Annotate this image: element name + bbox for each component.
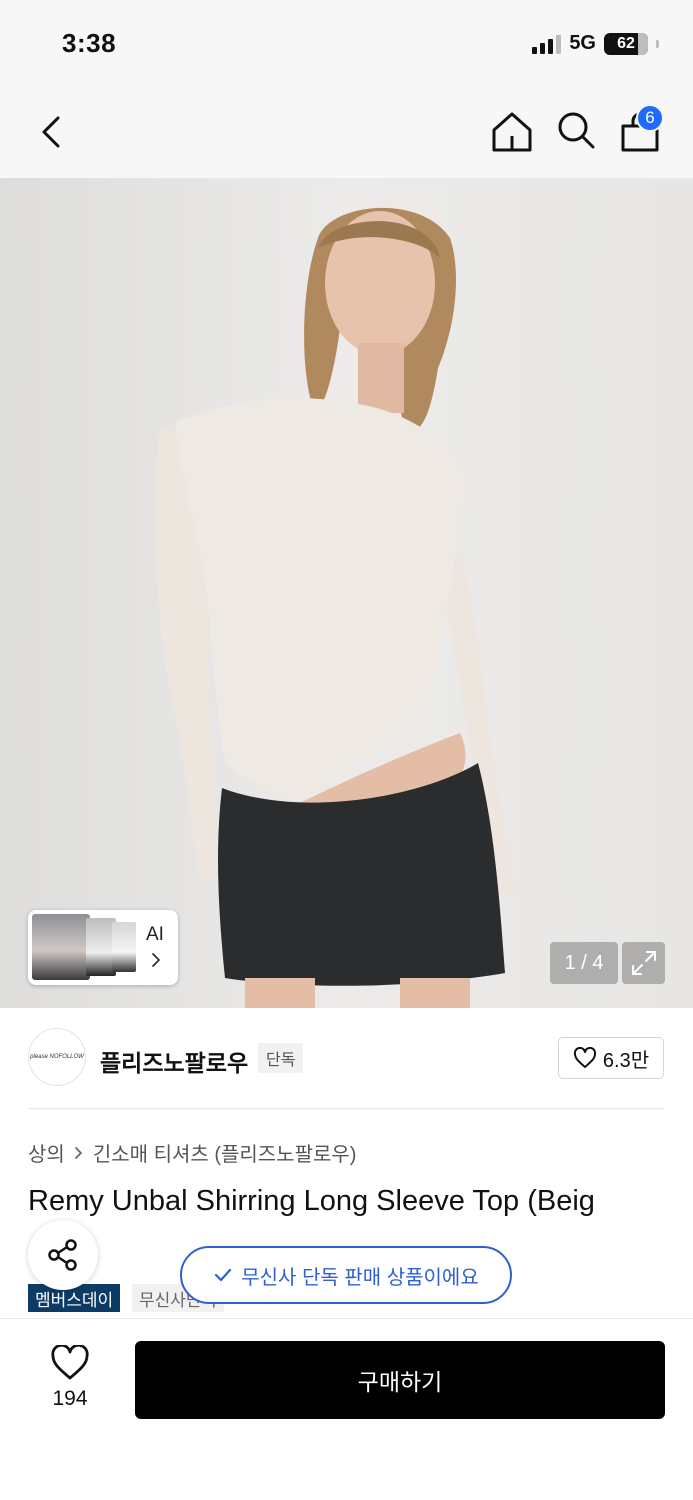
network-label: 5G xyxy=(569,32,596,54)
heart-icon xyxy=(573,1047,596,1068)
brand-exclusive-tag: 단독 xyxy=(258,1043,304,1073)
status-indicators: 5G 62 xyxy=(532,32,659,55)
status-time: 3:38 xyxy=(62,28,117,58)
check-icon xyxy=(215,1268,232,1282)
ai-thumbnail-card[interactable]: AI xyxy=(28,910,178,985)
breadcrumb: 상의 긴소매 티셔츠 (플리즈노팔로우) xyxy=(28,1138,356,1167)
battery-level: 62 xyxy=(617,34,635,52)
battery-cap xyxy=(656,39,659,48)
ai-label: AI xyxy=(146,924,164,945)
thumbnail-image xyxy=(32,914,90,980)
divider xyxy=(28,1108,665,1109)
expand-button[interactable] xyxy=(622,942,665,984)
status-bar: 3:38 5G 62 xyxy=(0,0,693,88)
battery-icon: 62 xyxy=(604,32,648,55)
home-icon[interactable] xyxy=(490,110,534,154)
back-icon[interactable] xyxy=(36,112,66,152)
buy-button[interactable]: 구매하기 xyxy=(135,1341,665,1419)
brand-row: please NOFOLLOW 플리즈노팔로우 단독 6.3만 xyxy=(0,1008,693,1108)
heart-icon[interactable] xyxy=(50,1345,90,1381)
breadcrumb-subcategory[interactable]: 긴소매 티셔츠 (플리즈노팔로우) xyxy=(93,1138,357,1167)
cart-count-badge: 6 xyxy=(636,104,664,132)
brand-like-count: 6.3만 xyxy=(602,1049,650,1072)
brand-logo[interactable]: please NOFOLLOW xyxy=(28,1028,86,1086)
model-photo xyxy=(155,207,515,1008)
top-nav xyxy=(0,88,693,178)
signal-icon xyxy=(532,34,562,54)
exclusive-notice: 무신사 단독 판매 상품이에요 xyxy=(180,1246,512,1304)
image-counter: 1 / 4 xyxy=(550,942,618,984)
chevron-right-icon xyxy=(74,1146,82,1159)
chevron-right-icon xyxy=(152,953,160,967)
bottom-action-bar: 194 구매하기 xyxy=(0,1318,693,1500)
product-title: Remy Unbal Shirring Long Sleeve Top (Bei… xyxy=(28,1185,595,1217)
breadcrumb-category[interactable]: 상의 xyxy=(28,1138,65,1167)
share-button[interactable] xyxy=(28,1220,98,1290)
brand-name[interactable]: 플리즈노팔로우 xyxy=(100,1044,248,1078)
thumbnail-image xyxy=(112,922,136,972)
search-icon[interactable] xyxy=(556,110,596,150)
exclusive-notice-text: 무신사 단독 판매 상품이에요 xyxy=(241,1266,479,1289)
share-icon xyxy=(48,1239,77,1271)
product-image[interactable] xyxy=(0,178,693,1008)
brand-logo-text: please NOFOLLOW xyxy=(30,1054,84,1060)
expand-icon xyxy=(631,951,656,975)
product-like-count: 194 xyxy=(52,1387,88,1410)
brand-like-button[interactable]: 6.3만 xyxy=(558,1037,664,1079)
